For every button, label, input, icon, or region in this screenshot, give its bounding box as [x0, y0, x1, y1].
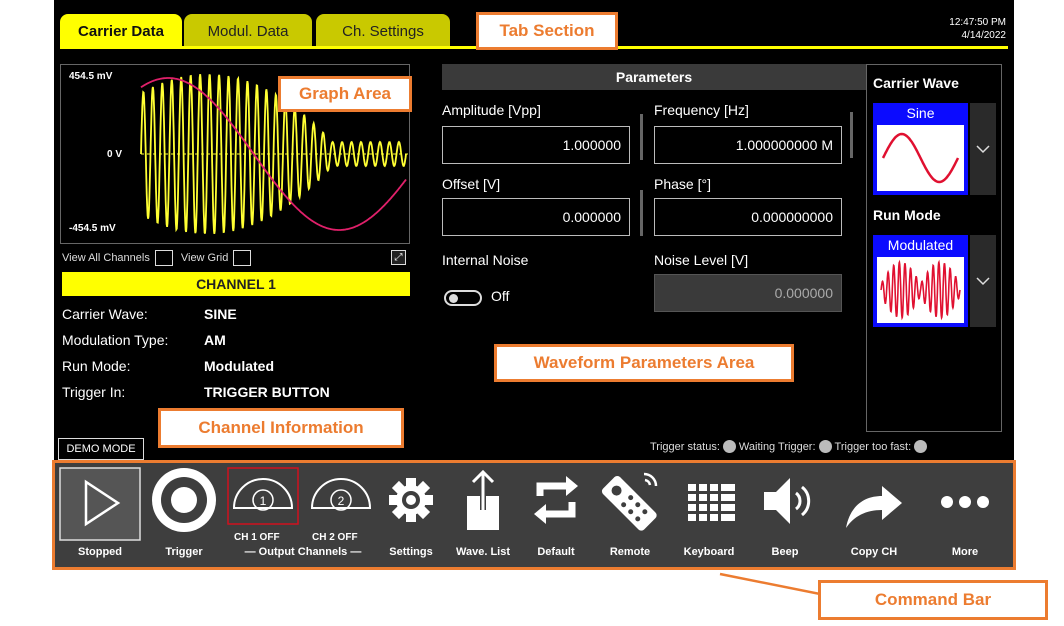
command-bar-callout: Command Bar: [818, 580, 1048, 620]
callout-leader-line: [719, 572, 848, 598]
